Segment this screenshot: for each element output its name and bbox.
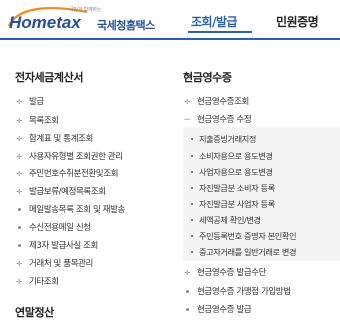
submenu-item-label: 주민등록번호 증명자 본인확인 (199, 231, 297, 241)
logo-wordmark: Hometax (9, 13, 82, 32)
left-item-label: 기타조회 (29, 277, 59, 287)
left-item-label: 수신전용메일 신청 (29, 223, 91, 233)
left-item[interactable]: ✛ 발급 (15, 95, 44, 109)
submenu-item[interactable]: 지출증빙거래지정 (191, 132, 256, 146)
left-item-label: 주민번호수취분전환및조회 (29, 169, 119, 179)
bullet-icon (191, 235, 193, 237)
bullet-icon (191, 187, 193, 189)
right-item-label: 현금영수증 발급 (197, 305, 252, 315)
submenu-item-label: 자진발급분 사업자 등록 (199, 199, 275, 209)
left-item-label: 합계표 및 통계조회 (29, 134, 93, 144)
e-tax-invoice-title: 전자세금계산서 (15, 71, 84, 84)
logo-slogan: 국민과 함께하는 (69, 7, 102, 13)
right-item[interactable]: ✛ 현금영수증조회 (183, 95, 249, 109)
cash-receipt-title: 현금영수증 (183, 71, 232, 84)
left-item[interactable]: ✛ 목록조회 (15, 114, 59, 128)
minus-icon: − (183, 115, 191, 125)
submenu-item-label: 자진발급분 소비자 등록 (199, 183, 275, 193)
active-tab-indicator (188, 31, 252, 33)
right-item[interactable]: 현금영수증 발급 (183, 303, 252, 317)
submenu-item[interactable]: 중고자거래를 일반거래로 변경 (191, 245, 297, 259)
top-header: Hometax 국민과 함께하는 국세청홈택스 조회/발급 민원증명 (0, 0, 340, 40)
plus-icon: ✛ (16, 260, 22, 268)
year-end-settlement-title[interactable]: 연말정산 (15, 304, 54, 320)
submenu-item-label: 지출증빙거래지정 (199, 134, 257, 144)
submenu-item[interactable]: 세액공제 확인/변경 (191, 213, 261, 227)
bullet-icon (18, 243, 21, 247)
bullet-icon (191, 251, 193, 253)
submenu-item-label: 세액공제 확인/변경 (199, 215, 261, 225)
left-item[interactable]: ✛ 주민번호수취분전환및조회 (15, 167, 118, 181)
left-item[interactable]: ✛ 발급보류/예정목록조회 (15, 185, 106, 199)
plus-icon: ✛ (16, 278, 22, 286)
plus-icon: ✛ (16, 153, 22, 161)
submenu-item-label: 소비자용으로 용도변경 (199, 151, 273, 161)
left-item[interactable]: 메일발송목록 조회 및 재발송 (15, 203, 125, 217)
plus-icon: ✛ (16, 170, 22, 178)
left-item[interactable]: ✛ 기타조회 (15, 275, 59, 289)
submenu-item[interactable]: 자진발급분 소비자 등록 (191, 181, 275, 195)
left-item-label: 제3자 발급사실 조회 (29, 241, 98, 251)
bullet-icon (191, 219, 193, 221)
left-item-label: 메일발송목록 조회 및 재발송 (29, 205, 125, 215)
plus-icon: ✛ (16, 188, 22, 196)
right-item-label: 현금영수증 수정 (197, 115, 252, 125)
left-item-label: 사용자유형별 조회권한 관리 (29, 152, 123, 162)
bullet-icon (186, 289, 189, 293)
bullet-icon (18, 207, 21, 211)
plus-icon: ✛ (184, 269, 190, 277)
right-item[interactable]: 현금영수증 가맹점 가입방법 (183, 285, 291, 299)
left-item[interactable]: 수신전용메일 신청 (15, 221, 91, 235)
left-item[interactable]: ✛ 합계표 및 통계조회 (15, 132, 93, 146)
submenu-item[interactable]: 소비자용으로 용도변경 (191, 149, 273, 163)
plus-icon: ✛ (16, 98, 22, 106)
header-divider (0, 38, 340, 40)
bullet-icon (191, 155, 193, 157)
bullet-icon (186, 307, 189, 311)
right-item-label: 현금영수증조회 (197, 97, 249, 107)
submenu-item[interactable]: 주민등록번호 증명자 본인확인 (191, 229, 297, 243)
left-item[interactable]: ✛ 거래처 및 품목관리 (15, 257, 93, 271)
left-item[interactable]: ✛ 사용자유형별 조회권한 관리 (15, 150, 123, 164)
tab-inquiry-issue[interactable]: 조회/발급 (191, 13, 238, 30)
tab-civil-certificate[interactable]: 민원증명 (276, 13, 319, 30)
left-item-label: 발급보류/예정목록조회 (29, 187, 106, 197)
right-item[interactable]: ✛ 현금영수증 발급수단 (183, 266, 266, 280)
left-item-label: 거래처 및 품목관리 (29, 259, 93, 269)
left-item-label: 목록조회 (29, 116, 59, 126)
plus-icon: ✛ (16, 135, 22, 143)
submenu-item-label: 중고자거래를 일반거래로 변경 (199, 247, 297, 257)
right-item-label: 현금영수증 가맹점 가입방법 (197, 287, 291, 297)
right-item-label: 현금영수증 발급수단 (197, 268, 267, 278)
logo-korean-text: 국세청홈택스 (97, 19, 155, 32)
bullet-icon (191, 203, 193, 205)
submenu-item[interactable]: 자진발급분 사업자 등록 (191, 197, 275, 211)
left-item[interactable]: 제3자 발급사실 조회 (15, 239, 98, 253)
plus-icon: ✛ (16, 117, 22, 125)
bullet-icon (191, 171, 193, 173)
left-item-label: 발급 (29, 97, 44, 107)
bullet-icon (18, 225, 21, 229)
right-item-expanded[interactable]: − 현금영수증 수정 (183, 113, 251, 127)
submenu-item-label: 사업자용으로 용도변경 (199, 167, 273, 177)
submenu-item[interactable]: 사업자용으로 용도변경 (191, 165, 273, 179)
plus-icon: ✛ (184, 98, 190, 106)
bullet-icon (191, 138, 193, 140)
